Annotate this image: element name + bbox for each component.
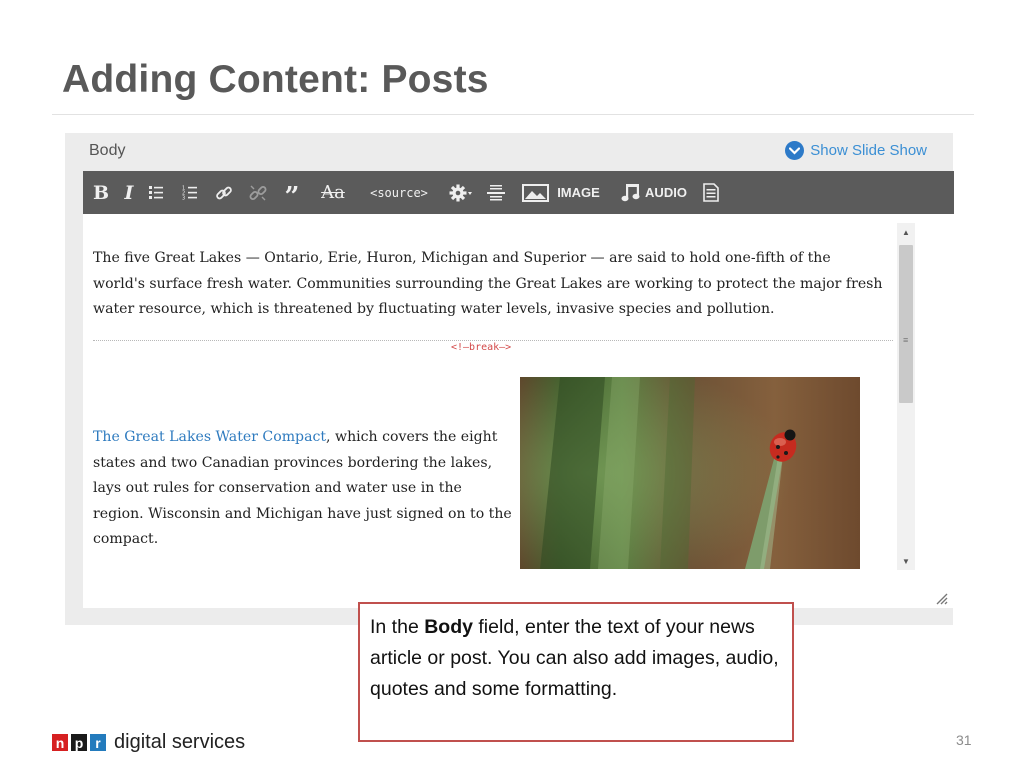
callout-text: In the Body field, enter the text of you…	[370, 616, 779, 700]
audio-button-label: AUDIO	[645, 185, 687, 200]
svg-text:3: 3	[182, 196, 185, 201]
instruction-callout: In the Body field, enter the text of you…	[358, 602, 794, 742]
image-icon	[522, 183, 550, 202]
horizontal-rule-button[interactable]	[481, 171, 511, 214]
break-marker: <!—break—>	[451, 342, 512, 353]
title-divider	[52, 114, 974, 115]
editor-content[interactable]: The five Great Lakes — Ontario, Erie, Hu…	[83, 214, 895, 608]
numbered-list-icon: 1 2 3	[182, 186, 197, 201]
image-button-label: IMAGE	[557, 185, 600, 200]
great-lakes-compact-link[interactable]: The Great Lakes Water Compact	[93, 429, 326, 445]
scroll-up-arrow-icon[interactable]: ▲	[897, 223, 915, 241]
numbered-list-button[interactable]: 1 2 3	[173, 171, 207, 214]
document-icon	[703, 183, 719, 202]
resize-handle-icon[interactable]	[934, 591, 948, 605]
italic-button[interactable]: I	[119, 171, 139, 214]
bold-button[interactable]: B	[83, 171, 119, 214]
insert-link-button[interactable]	[207, 171, 241, 214]
body-field-panel: Body Show Slide Show B I 1 2 3 ” Aa <sou…	[65, 133, 954, 625]
npr-logo-p: p	[71, 734, 87, 751]
horizontal-rule-icon	[487, 184, 505, 200]
bulleted-list-button[interactable]	[139, 171, 173, 214]
scrollbar-thumb[interactable]: ≡	[899, 245, 913, 403]
gear-icon	[449, 184, 472, 201]
bulleted-list-icon	[149, 186, 163, 199]
strikethrough-button[interactable]: Aa	[309, 171, 357, 214]
callout-bold-term: Body	[424, 616, 473, 638]
editor-scrollbar[interactable]: ▲ ≡ ▼	[897, 223, 915, 570]
remove-link-button[interactable]	[241, 171, 275, 214]
source-button[interactable]: <source>	[357, 171, 441, 214]
body-editor[interactable]: The five Great Lakes — Ontario, Erie, Hu…	[83, 214, 954, 608]
link-icon	[216, 186, 232, 199]
blockquote-button[interactable]: ”	[275, 171, 309, 214]
chevron-down-icon	[785, 141, 805, 160]
compact-paragraph-text: , which covers the eight states and two …	[93, 429, 512, 547]
show-slideshow-label: Show Slide Show	[810, 142, 927, 159]
body-paragraph-compact: The Great Lakes Water Compact, which cov…	[93, 425, 513, 553]
npr-logo-n: n	[52, 734, 68, 751]
body-field-label: Body	[89, 142, 126, 159]
music-note-icon	[621, 184, 640, 202]
npr-logo-r: r	[90, 734, 106, 751]
unlink-icon	[249, 185, 267, 200]
ladybug-image[interactable]	[520, 377, 860, 569]
slide-title: Adding Content: Posts	[62, 58, 489, 101]
body-paragraph: The five Great Lakes — Ontario, Erie, Hu…	[93, 250, 883, 317]
editor-toolbar: B I 1 2 3 ” Aa <source> IMAGE AUDIO	[83, 171, 954, 214]
break-divider	[93, 340, 893, 341]
grip-icon: ≡	[903, 335, 909, 345]
insert-image-button[interactable]: IMAGE	[511, 171, 611, 214]
show-slideshow-toggle[interactable]: Show Slide Show	[785, 141, 927, 160]
settings-dropdown-button[interactable]	[441, 171, 481, 214]
logo-text: digital services	[114, 731, 246, 753]
page-number: 31	[956, 732, 972, 748]
npr-digital-services-logo: n p r digital services	[52, 731, 245, 754]
insert-document-button[interactable]	[697, 171, 725, 214]
scroll-down-arrow-icon[interactable]: ▼	[897, 552, 915, 570]
insert-audio-button[interactable]: AUDIO	[611, 171, 697, 214]
